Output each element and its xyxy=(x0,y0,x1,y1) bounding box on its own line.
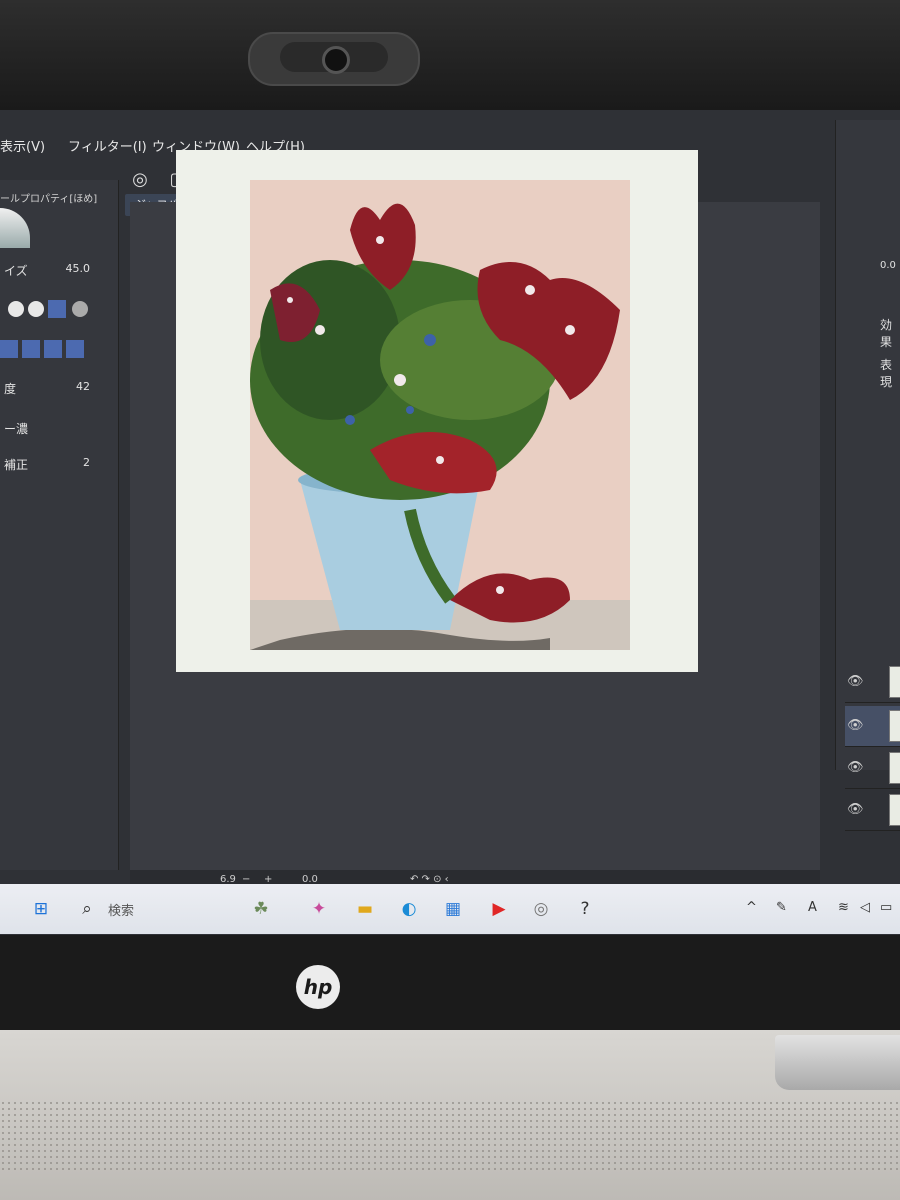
battery-icon[interactable]: ▭ xyxy=(880,900,892,915)
speaker-grille xyxy=(0,1100,900,1170)
swatch-4[interactable] xyxy=(66,340,84,358)
volume-icon[interactable]: ◁ xyxy=(860,900,870,915)
search-icon[interactable]: ⌕ xyxy=(74,896,100,922)
eye-icon[interactable]: 👁 xyxy=(847,718,864,733)
laptop-bezel-top xyxy=(0,0,900,110)
swatch-3[interactable] xyxy=(44,340,62,358)
layer-thumbnail xyxy=(889,794,900,826)
input-language[interactable]: A xyxy=(808,900,817,915)
menu-filter[interactable]: フィルター(I) xyxy=(68,136,147,155)
eye-icon[interactable]: 👁 xyxy=(847,802,864,817)
widgets-icon[interactable]: ☘ xyxy=(248,896,274,922)
brush-size-label: イズ xyxy=(4,264,28,278)
brush-density-row[interactable]: ー濃 xyxy=(0,416,112,440)
tool-property-panel: ールプロパティ[ほめ] イズ 45.0 度 42 ー濃 補正 2 xyxy=(0,180,119,870)
clip-studio-icon[interactable]: ◎ xyxy=(528,896,554,922)
brush-tip-medium-icon[interactable] xyxy=(28,301,44,317)
menu-view[interactable]: 表示(V) xyxy=(0,136,45,155)
taskbar-search-text[interactable]: 検索 xyxy=(108,900,134,919)
swatch-2[interactable] xyxy=(22,340,40,358)
layer-row[interactable]: 👁 xyxy=(845,662,900,703)
layer-thumbnail xyxy=(889,666,900,698)
youtube-icon[interactable]: ▶ xyxy=(486,896,512,922)
start-button-icon[interactable]: ⊞ xyxy=(28,896,54,922)
density-label: 度 xyxy=(4,382,17,396)
clip-studio-paint-icon[interactable]: ? xyxy=(572,896,598,922)
windows-taskbar: ⊞ ⌕ 検索 ☘ ✦ ▬ ◐ ▦ ▶ ◎ ? ^ ✎ A ≋ ◁ ▭ xyxy=(0,884,900,934)
copilot-icon[interactable]: ✦ xyxy=(306,896,332,922)
hp-logo: hp xyxy=(296,965,340,1009)
layer-thumbnail xyxy=(889,752,900,784)
layer-thumbnail xyxy=(889,710,900,742)
wifi-icon[interactable]: ≋ xyxy=(838,900,849,915)
laptop-bezel-bottom: hp xyxy=(0,935,900,1030)
brush-tip-row xyxy=(0,298,112,322)
brush-size-value[interactable]: 45.0 xyxy=(66,262,91,275)
opacity-value[interactable]: 0.0 xyxy=(880,260,896,271)
brush-tip-selected-icon[interactable] xyxy=(48,300,66,318)
webcam-lens xyxy=(322,46,350,74)
layer-row[interactable]: 👁 xyxy=(845,790,900,831)
brush-tip-small-icon[interactable] xyxy=(8,301,24,317)
tool-property-title: ールプロパティ[ほめ] xyxy=(0,194,98,205)
brush-preview xyxy=(0,208,30,248)
swatch-1[interactable] xyxy=(0,340,18,358)
webcam xyxy=(248,32,420,86)
eye-icon[interactable]: 👁 xyxy=(847,674,864,689)
pen-icon[interactable]: ✎ xyxy=(776,900,787,915)
eye-icon[interactable]: 👁 xyxy=(847,760,864,775)
layer-row[interactable]: 👁 xyxy=(845,748,900,789)
edge-browser-icon[interactable]: ◐ xyxy=(396,896,422,922)
color-swatch-row xyxy=(0,338,112,362)
brush-tip-soft-icon[interactable] xyxy=(72,301,88,317)
layer-row-selected[interactable]: 👁 xyxy=(845,706,900,747)
laptop-hinge xyxy=(775,1035,900,1090)
christmas-cactus-painting xyxy=(250,180,630,650)
store-icon[interactable]: ▦ xyxy=(440,896,466,922)
effect-label: 効果 xyxy=(880,318,893,349)
brush-density-label: ー濃 xyxy=(4,422,29,436)
correction-row[interactable]: 補正 2 xyxy=(0,452,112,476)
app-logo-icon[interactable]: ◎ xyxy=(128,168,152,192)
correction-label: 補正 xyxy=(4,458,29,472)
brush-size-row[interactable]: イズ 45.0 xyxy=(0,258,112,282)
density-row[interactable]: 度 42 xyxy=(0,376,112,400)
density-value[interactable]: 42 xyxy=(76,380,90,393)
correction-value[interactable]: 2 xyxy=(83,456,90,469)
expression-label: 表現 xyxy=(880,358,893,389)
chevron-up-icon[interactable]: ^ xyxy=(746,900,757,915)
file-explorer-icon[interactable]: ▬ xyxy=(352,896,378,922)
